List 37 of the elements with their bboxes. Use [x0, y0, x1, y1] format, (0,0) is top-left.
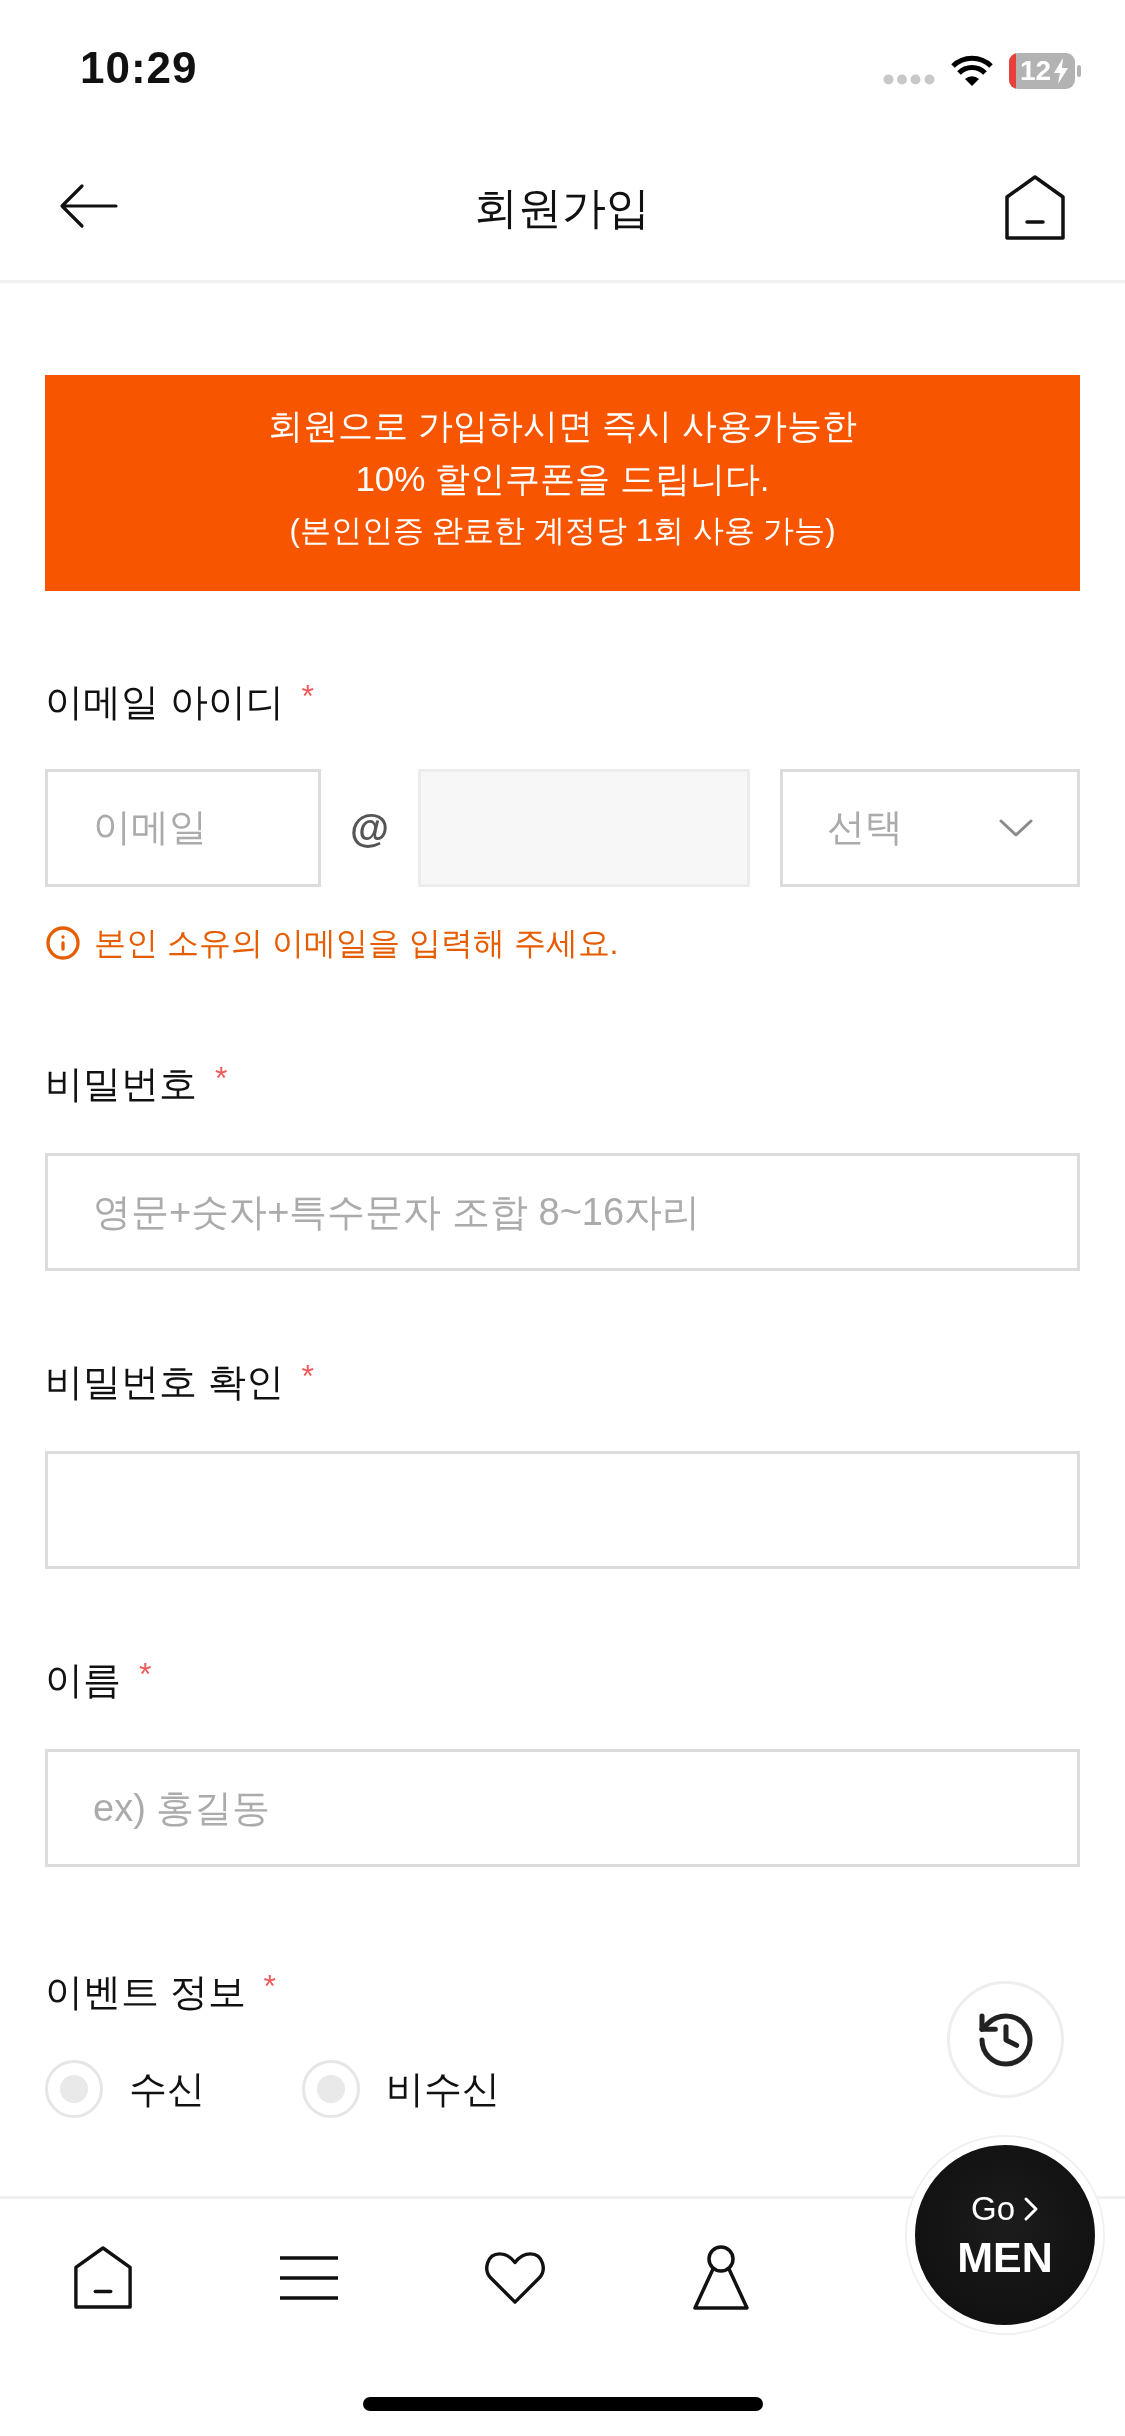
field-label: 이름 [45, 1658, 121, 1703]
at-sign: @ [349, 804, 390, 852]
status-time: 10:29 [80, 42, 198, 94]
home-icon[interactable] [1004, 175, 1066, 241]
field-label: 비밀번호 확인 [45, 1360, 284, 1405]
radio-label: 비수신 [386, 2067, 500, 2112]
bolt-icon [1053, 58, 1070, 84]
input-field[interactable]: ex) 홍길동 [45, 1749, 1080, 1867]
required-mark: * [139, 1655, 152, 1693]
info-icon [45, 925, 81, 961]
battery-percentage: 12 [1020, 56, 1052, 86]
chevron-right-icon [1023, 2196, 1039, 2222]
field-label: 이메일 아이디 [45, 680, 284, 725]
input-field[interactable] [45, 1451, 1080, 1569]
field-label: 비밀번호 [45, 1062, 197, 1107]
back-arrow-icon[interactable] [58, 182, 118, 230]
person-icon[interactable] [692, 2245, 750, 2311]
go-men-button[interactable]: Go MEN [907, 2137, 1103, 2333]
required-mark: * [263, 1967, 276, 2005]
radio-label: 수신 [129, 2067, 205, 2112]
required-mark: * [215, 1059, 228, 1097]
email-input[interactable]: 이메일 [45, 768, 321, 887]
input-field[interactable]: 영문+숫자+특수문자 조합 8~16자리 [45, 1153, 1080, 1271]
field-label: 이벤트 정보 [45, 1970, 246, 2015]
signal-icon [883, 74, 935, 85]
banner-note: (본인인증 완료한 계정당 1회 사용 가능) [289, 512, 836, 550]
wifi-icon [951, 55, 993, 87]
home-icon[interactable] [73, 2246, 133, 2310]
menu-icon[interactable] [278, 2255, 340, 2301]
hint-text: 본인 소유의 이메일을 입력해 주세요. [94, 924, 619, 963]
heart-icon[interactable] [483, 2250, 547, 2306]
chevron-down-icon [999, 818, 1033, 837]
battery-icon [1009, 53, 1081, 89]
required-mark: * [301, 677, 314, 715]
required-mark: * [301, 1357, 314, 1395]
banner-message: 회원으로 가입하시면 즉시 사용가능한 10% 할인쿠폰을 드립니다. [267, 405, 858, 500]
page-title: 회원가입 [474, 182, 650, 234]
